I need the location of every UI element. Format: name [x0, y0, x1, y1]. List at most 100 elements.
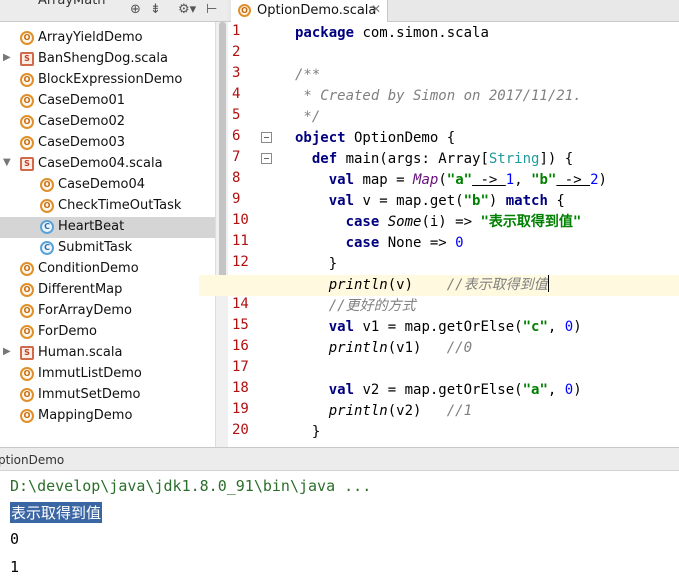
line-number: 4 — [232, 86, 241, 102]
line-number: 14 — [232, 296, 249, 312]
code-line: val v = map.get("b") match { — [328, 193, 565, 209]
tree-item[interactable]: C HeartBeat — [0, 217, 215, 238]
scala-object-icon: O — [20, 94, 34, 108]
scala-object-icon: O — [20, 73, 34, 87]
scala-object-icon: O — [20, 409, 34, 423]
line-number: 16 — [232, 338, 249, 354]
scala-object-icon: O — [20, 115, 34, 129]
fold-marker-icon[interactable] — [261, 153, 272, 164]
console-output-line: 1 — [10, 558, 20, 576]
line-number: 12 — [232, 254, 249, 270]
editor-tab-bar: O OptionDemo.scala ✕ — [228, 0, 679, 22]
run-tab[interactable]: ptionDemo — [0, 447, 679, 471]
scala-file-icon: S — [20, 157, 34, 171]
code-line: val v2 = map.getOrElse("a", 0) — [328, 382, 582, 398]
tree-item-label: CheckTimeOutTask — [58, 198, 182, 213]
console-command-line: D:\develop\java\jdk1.8.0_91\bin\java ... — [10, 477, 372, 495]
code-line: * Created by Simon on 2017/11/21. — [295, 88, 582, 104]
tree-item[interactable]: O DifferentMap — [0, 280, 215, 301]
code-line: val map = Map("a" -> 1, "b" -> 2) — [328, 172, 607, 188]
tree-item[interactable]: ▶ S Human.scala — [0, 343, 215, 364]
chevron-right-icon[interactable]: ▶ — [3, 52, 11, 63]
scala-object-icon: O — [20, 136, 34, 150]
console-output-line: 表示取得到值 — [10, 502, 103, 523]
tree-item-label: CaseDemo01 — [38, 93, 125, 108]
line-number: 5 — [232, 107, 241, 123]
tree-item[interactable]: O ImmutListDemo — [0, 364, 215, 385]
line-number: 11 — [232, 233, 249, 249]
scala-object-icon: O — [20, 304, 34, 318]
tree-item[interactable]: O CaseDemo02 — [0, 112, 215, 133]
code-area[interactable]: package com.simon.scala /** * Created by… — [199, 22, 679, 447]
tree-item[interactable]: O CaseDemo01 — [0, 91, 215, 112]
tree-item[interactable]: ▼ S CaseDemo04.scala — [0, 154, 215, 175]
tree-item[interactable]: O ArrayYieldDemo — [0, 28, 215, 49]
line-number: 15 — [232, 317, 249, 333]
code-line: case Some(i) => "表示取得到值" — [345, 214, 582, 230]
tree-item[interactable]: O CaseDemo03 — [0, 133, 215, 154]
tab-label: OptionDemo.scala — [257, 3, 377, 18]
scala-object-icon: O — [20, 325, 34, 339]
tree-item[interactable]: O ConditionDemo — [0, 259, 215, 280]
tree-item-label: ImmutSetDemo — [38, 387, 141, 402]
code-line: println(v2) //1 — [328, 403, 473, 419]
tree-item[interactable]: O BlockExpressionDemo — [0, 70, 215, 91]
code-line: } — [295, 424, 321, 440]
line-number: 8 — [232, 170, 241, 186]
scala-object-icon: O — [20, 388, 34, 402]
tree-item-label: CaseDemo04 — [58, 177, 145, 192]
scala-file-icon: S — [20, 346, 34, 360]
tree-item-label: ForDemo — [38, 324, 97, 339]
tree-scrollbar-thumb[interactable] — [219, 22, 226, 292]
fold-marker-icon[interactable] — [261, 132, 272, 143]
code-line: */ — [295, 109, 321, 125]
tree-item-label: ForArrayDemo — [38, 303, 132, 318]
scala-object-icon: O — [238, 4, 251, 17]
text-caret — [547, 275, 549, 292]
scala-object-icon: O — [20, 367, 34, 381]
target-icon[interactable]: ⊕ — [130, 2, 141, 17]
code-line: val v1 = map.getOrElse("c", 0) — [328, 319, 582, 335]
run-console[interactable]: ptionDemo D:\develop\java\jdk1.8.0_91\bi… — [0, 447, 679, 581]
tree-item-label: DifferentMap — [38, 282, 123, 297]
tree-item[interactable]: O CheckTimeOutTask — [0, 196, 215, 217]
chevron-down-icon[interactable]: ▼ — [3, 157, 11, 168]
chevron-right-icon[interactable]: ▶ — [3, 346, 11, 357]
hide-icon[interactable]: ⊢ — [206, 2, 217, 17]
tree-item-label: BlockExpressionDemo — [38, 72, 183, 87]
tree-item[interactable]: O CaseDemo04 — [0, 175, 215, 196]
line-number: 18 — [232, 380, 249, 396]
code-line: def main(args: Array[String]) { — [311, 151, 574, 167]
scala-object-icon: O — [40, 178, 54, 192]
line-number: 2 — [232, 44, 241, 60]
tab-option-demo[interactable]: O OptionDemo.scala ✕ — [231, 0, 388, 22]
tree-item[interactable]: O MappingDemo — [0, 406, 215, 427]
line-number: 19 — [232, 401, 249, 417]
collapse-icon[interactable]: ⇟ — [150, 2, 161, 17]
tree-item[interactable]: O ForArrayDemo — [0, 301, 215, 322]
run-tab-label: ptionDemo — [0, 453, 65, 467]
tree-scrollbar[interactable] — [215, 22, 228, 447]
tree-item[interactable]: C SubmitTask — [0, 238, 215, 259]
code-line: object OptionDemo { — [295, 130, 456, 146]
code-line: case None => 0 — [345, 235, 464, 251]
tree-item-label: CaseDemo03 — [38, 135, 125, 150]
code-editor[interactable]: O OptionDemo.scala ✕ 1 2 3 4 5 6 7 8 9 1… — [199, 0, 679, 447]
tree-item[interactable]: O ImmutSetDemo — [0, 385, 215, 406]
console-output-line: 0 — [10, 530, 20, 548]
scala-class-icon: C — [40, 241, 54, 255]
code-line: println(v1) //0 — [328, 340, 473, 356]
project-tree-toolbar: ArrayMath ⊕ ⇟ ⚙▾ ⊢ — [0, 0, 228, 22]
tree-item[interactable]: O ForDemo — [0, 322, 215, 343]
tree-item-label: CaseDemo04.scala — [38, 156, 163, 171]
line-number: 20 — [232, 422, 249, 438]
close-icon[interactable]: ✕ — [371, 2, 381, 16]
line-number: 3 — [232, 65, 241, 81]
tree-item-label: CaseDemo02 — [38, 114, 125, 129]
project-tree-panel: ArrayMath ⊕ ⇟ ⚙▾ ⊢ O ArrayYieldDemo ▶ S BanS… — [0, 0, 228, 447]
tree-item-label: HeartBeat — [58, 219, 125, 234]
code-line: //更好的方式 — [328, 298, 416, 314]
tree-item[interactable]: ▶ S BanShengDog.scala — [0, 49, 215, 70]
gear-icon[interactable]: ⚙▾ — [178, 2, 196, 17]
line-number: 17 — [232, 359, 249, 375]
